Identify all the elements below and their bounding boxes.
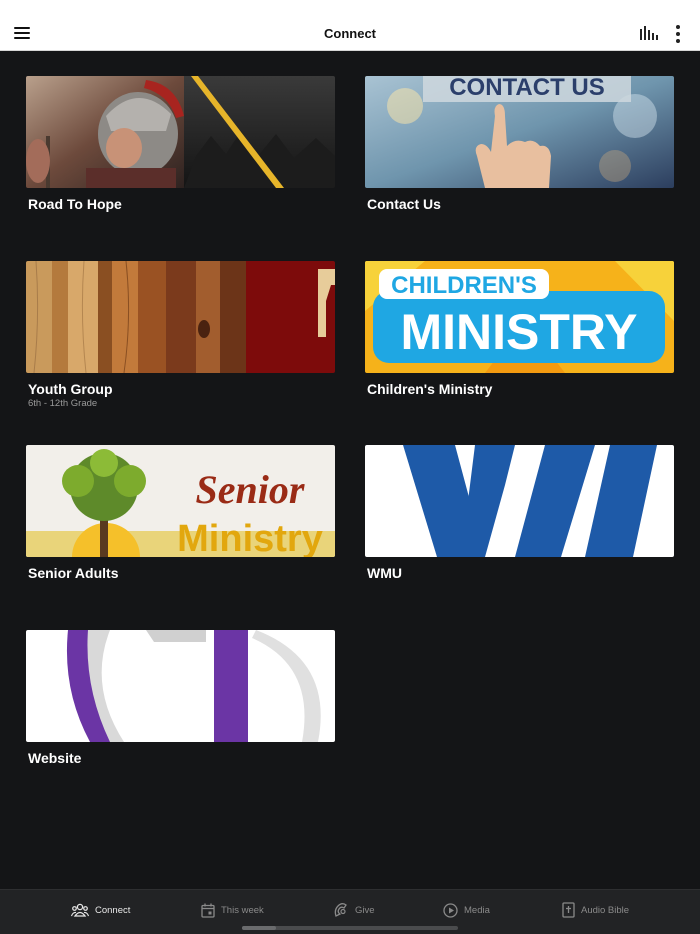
give-icon [334, 903, 347, 917]
childrens-image-main-text: MINISTRY [400, 304, 637, 360]
top-bar: Connect [0, 0, 700, 51]
youth-group-image [26, 261, 335, 373]
card-senior-adults[interactable]: Senior Ministry Senior Adults [26, 445, 335, 610]
childrens-ministry-image: CHILDREN'S MINISTRY [365, 261, 674, 373]
road-to-hope-image [26, 76, 335, 188]
wmu-image [365, 445, 674, 557]
tab-label: Audio Bible [581, 904, 630, 916]
people-icon [71, 903, 89, 917]
bible-icon [562, 902, 575, 918]
tab-connect[interactable]: Connect [71, 900, 130, 920]
card-website[interactable]: Website [26, 630, 335, 795]
home-indicator-segment [242, 926, 276, 930]
card-subtitle: 6th - 12th Grade [28, 398, 98, 409]
card-title: Road To Hope [28, 196, 122, 212]
tab-audio-bible[interactable]: Audio Bible [562, 900, 629, 920]
tab-label: This week [221, 904, 264, 916]
card-title: Youth Group [28, 381, 113, 397]
more-options-icon[interactable] [669, 24, 687, 44]
card-title: Contact Us [367, 196, 441, 212]
card-title: Website [28, 750, 82, 766]
card-title: Children's Ministry [367, 381, 493, 397]
senior-image-top-text: Senior [196, 467, 305, 512]
tab-give[interactable]: Give [333, 900, 375, 920]
card-childrens-ministry[interactable]: CHILDREN'S MINISTRY Children's Ministry [365, 261, 674, 426]
senior-ministry-image: Senior Ministry [26, 445, 335, 557]
calendar-icon [201, 903, 215, 918]
page-title: Connect [324, 26, 376, 41]
card-youth-group[interactable]: Youth Group 6th - 12th Grade [26, 261, 335, 426]
card-contact-us[interactable]: CONTACT US Contact Us [365, 76, 674, 241]
tab-media[interactable]: Media [443, 900, 490, 920]
tab-this-week[interactable]: This week [201, 900, 264, 920]
childrens-image-top-text: CHILDREN'S [391, 272, 537, 299]
contact-us-image-text: CONTACT US [449, 76, 605, 101]
tab-label: Give [355, 904, 375, 916]
tab-label: Connect [95, 904, 131, 916]
card-wmu[interactable]: WMU [365, 445, 674, 610]
card-title: Senior Adults [28, 565, 119, 581]
tab-label: Media [464, 904, 490, 916]
contact-us-image: CONTACT US [365, 76, 674, 188]
website-image [26, 630, 335, 742]
audio-bars-icon[interactable] [638, 24, 658, 42]
card-road-to-hope[interactable]: Road To Hope [26, 76, 335, 241]
card-title: WMU [367, 565, 402, 581]
home-indicator [242, 926, 458, 930]
senior-image-main-text: Ministry [177, 518, 323, 557]
play-circle-icon [443, 902, 458, 918]
